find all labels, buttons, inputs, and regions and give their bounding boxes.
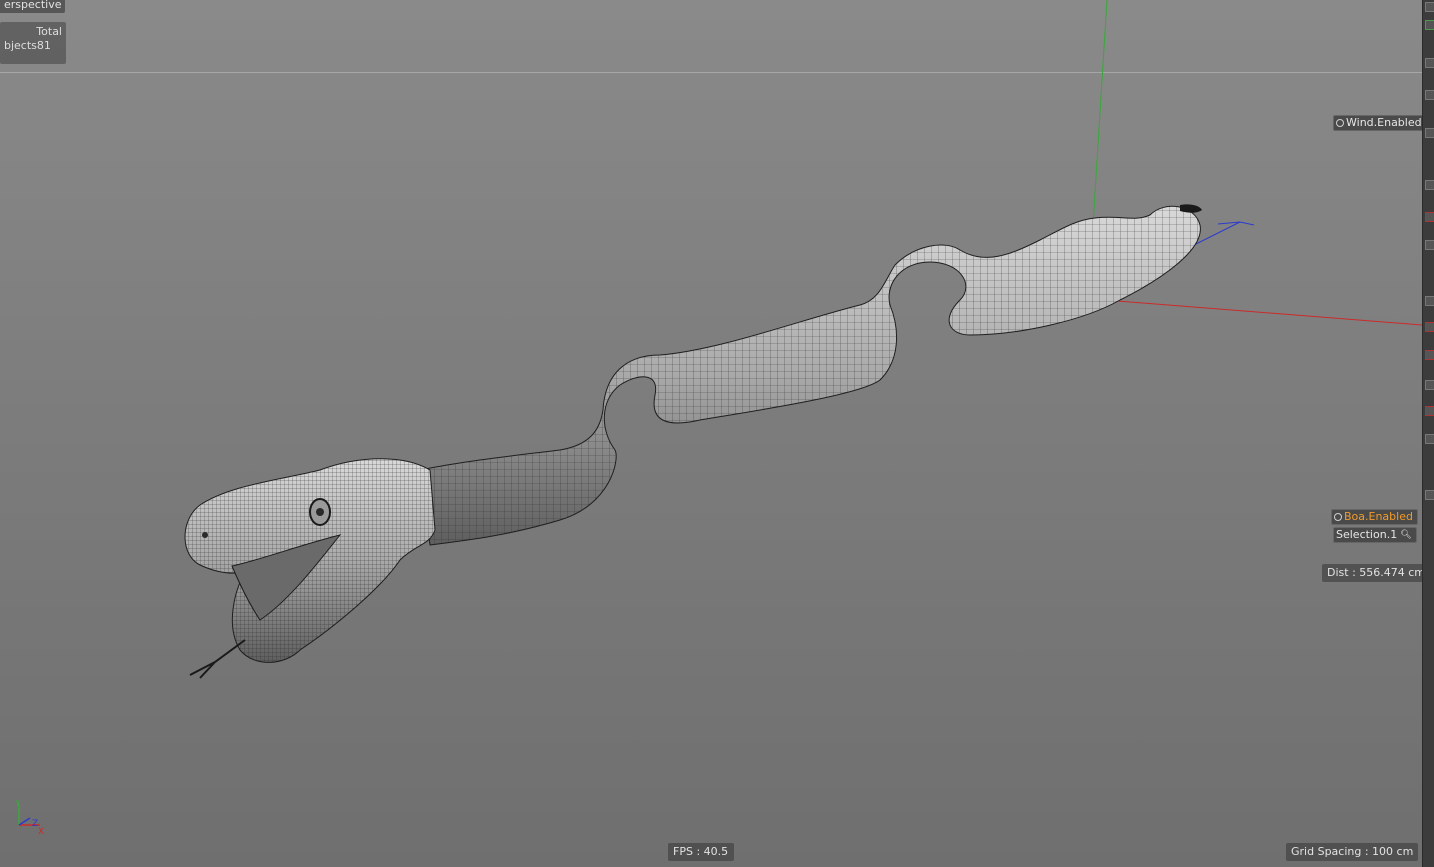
- toolbar-icon[interactable]: [1425, 350, 1434, 360]
- gizmo-x-label: X: [38, 827, 44, 837]
- wind-tag[interactable]: Wind.Enabled: [1333, 115, 1422, 131]
- stats-row-value: 81: [36, 39, 51, 52]
- toolbar-icon[interactable]: [1425, 296, 1434, 306]
- scene-canvas: [184, 0, 1422, 679]
- right-toolbar: [1422, 0, 1434, 867]
- distance-readout: Dist : 556.474 cm: [1322, 564, 1422, 582]
- selection-tag-label: Selection.1: [1336, 528, 1398, 541]
- grid-spacing-readout: Grid Spacing : 100 cm: [1286, 843, 1419, 861]
- toolbar-icon[interactable]: [1425, 240, 1434, 250]
- stats-header: Total: [36, 25, 62, 38]
- null-icon: [1334, 513, 1342, 521]
- fps-readout: FPS : 40.5: [668, 843, 734, 861]
- toolbar-icon[interactable]: [1425, 434, 1434, 444]
- perspective-viewport[interactable]: erspective Total bjects 81 Wind.Enabled …: [0, 0, 1422, 867]
- boa-tag-label: Boa.Enabled: [1344, 510, 1413, 523]
- toolbar-icon[interactable]: [1425, 180, 1434, 190]
- selection-tag[interactable]: Selection.1 🔍︎: [1333, 527, 1417, 543]
- stats-row-label: bjects: [4, 39, 37, 52]
- search-icon: 🔍︎: [1400, 530, 1412, 540]
- axis-gizmo: Y Z X: [14, 799, 44, 837]
- y-axis-line: [1092, 0, 1108, 226]
- toolbar-icon[interactable]: [1425, 128, 1434, 138]
- toolbar-icon[interactable]: [1425, 2, 1434, 12]
- toolbar-icon[interactable]: [1425, 490, 1434, 500]
- null-icon: [1336, 119, 1344, 127]
- tail-tip: [1180, 204, 1202, 213]
- toolbar-icon[interactable]: [1425, 90, 1434, 100]
- toolbar-icon[interactable]: [1425, 322, 1434, 332]
- camera-label[interactable]: erspective: [0, 0, 66, 13]
- toolbar-icon[interactable]: [1425, 20, 1434, 30]
- boa-tag[interactable]: Boa.Enabled: [1331, 509, 1418, 525]
- gizmo-y-label: Y: [14, 799, 21, 809]
- stats-panel: Total bjects 81: [0, 22, 66, 64]
- toolbar-icon[interactable]: [1425, 380, 1434, 390]
- x-axis-line: [1104, 299, 1422, 326]
- toolbar-icon[interactable]: [1425, 58, 1434, 68]
- snake-tongue: [189, 639, 246, 679]
- snake-model: [184, 204, 1202, 679]
- stats-row-objects: bjects 81: [4, 39, 62, 53]
- toolbar-icon[interactable]: [1425, 406, 1434, 416]
- wind-tag-label: Wind.Enabled: [1346, 116, 1422, 129]
- toolbar-icon[interactable]: [1425, 212, 1434, 222]
